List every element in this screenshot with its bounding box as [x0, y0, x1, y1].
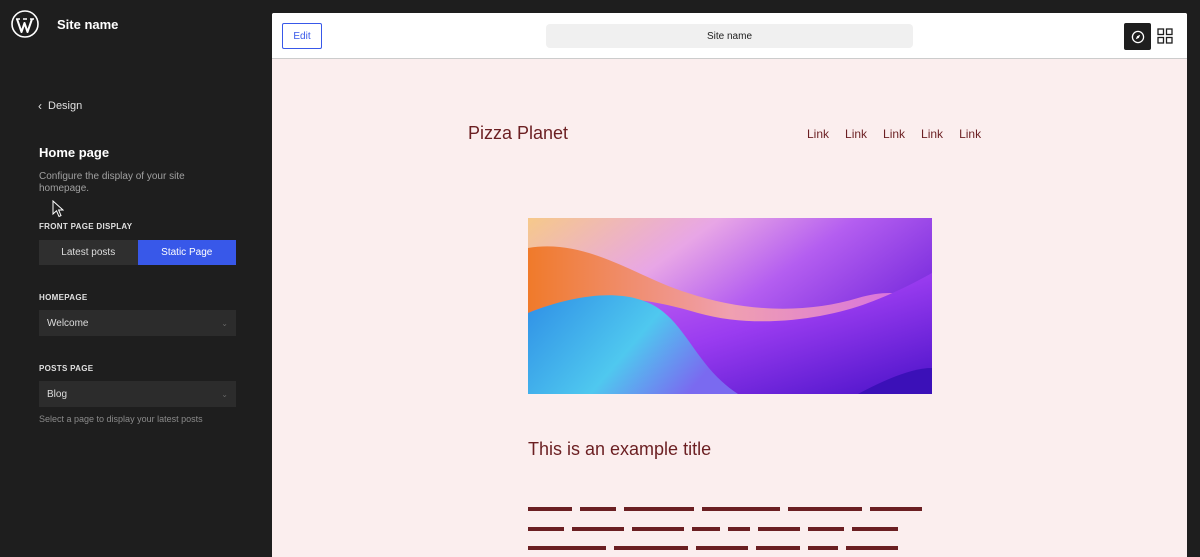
nav-link[interactable]: Link — [807, 127, 829, 141]
static-page-option[interactable]: Static Page — [137, 240, 236, 265]
hero-image — [528, 218, 932, 394]
post-title[interactable]: This is an example title — [528, 439, 711, 460]
nav-link[interactable]: Link — [883, 127, 905, 141]
back-label: Design — [48, 100, 83, 112]
placeholder-text-line — [528, 527, 898, 531]
panel-title: Home page — [39, 145, 110, 160]
placeholder-text-line — [528, 546, 898, 550]
back-to-design-button[interactable]: ‹ Design — [38, 100, 82, 112]
nav-link[interactable]: Link — [845, 127, 867, 141]
preview-toolbar: Edit Site name — [272, 13, 1187, 59]
compass-button[interactable] — [1124, 23, 1151, 50]
posts-page-label: POSTS PAGE — [39, 364, 94, 373]
chevron-down-icon: ⌄ — [221, 318, 228, 328]
site-preview-frame: Edit Site name Pizza Planet Link Link Li… — [272, 13, 1187, 557]
nav-link[interactable]: Link — [921, 127, 943, 141]
grid-icon[interactable] — [1156, 27, 1174, 45]
wordpress-logo-icon[interactable] — [11, 10, 39, 38]
nav-link[interactable]: Link — [959, 127, 981, 141]
posts-page-select[interactable]: Blog ⌄ — [39, 381, 236, 407]
panel-description: Configure the display of your site homep… — [39, 171, 185, 194]
homepage-select[interactable]: Welcome ⌄ — [39, 310, 236, 336]
chevron-down-icon: ⌄ — [221, 389, 228, 399]
front-page-display-label: FRONT PAGE DISPLAY — [39, 222, 133, 231]
front-page-display-toggle: Latest posts Static Page — [39, 240, 236, 265]
mouse-cursor-icon — [52, 200, 64, 218]
site-navigation: Link Link Link Link Link — [807, 127, 981, 141]
site-brand-title[interactable]: Pizza Planet — [468, 123, 568, 144]
edit-button[interactable]: Edit — [282, 23, 322, 49]
chevron-left-icon: ‹ — [38, 99, 42, 113]
compass-icon — [1131, 30, 1144, 43]
homepage-label: HOMEPAGE — [39, 293, 88, 302]
homepage-value: Welcome — [47, 317, 89, 329]
posts-page-help: Select a page to display your latest pos… — [39, 414, 203, 424]
sidebar: Site name ‹ Design Home page Configure t… — [0, 0, 272, 557]
placeholder-text-line — [528, 507, 922, 511]
latest-posts-option[interactable]: Latest posts — [39, 240, 138, 265]
site-title-bar[interactable]: Site name — [546, 24, 913, 48]
posts-page-value: Blog — [47, 388, 68, 400]
site-name: Site name — [57, 17, 119, 32]
